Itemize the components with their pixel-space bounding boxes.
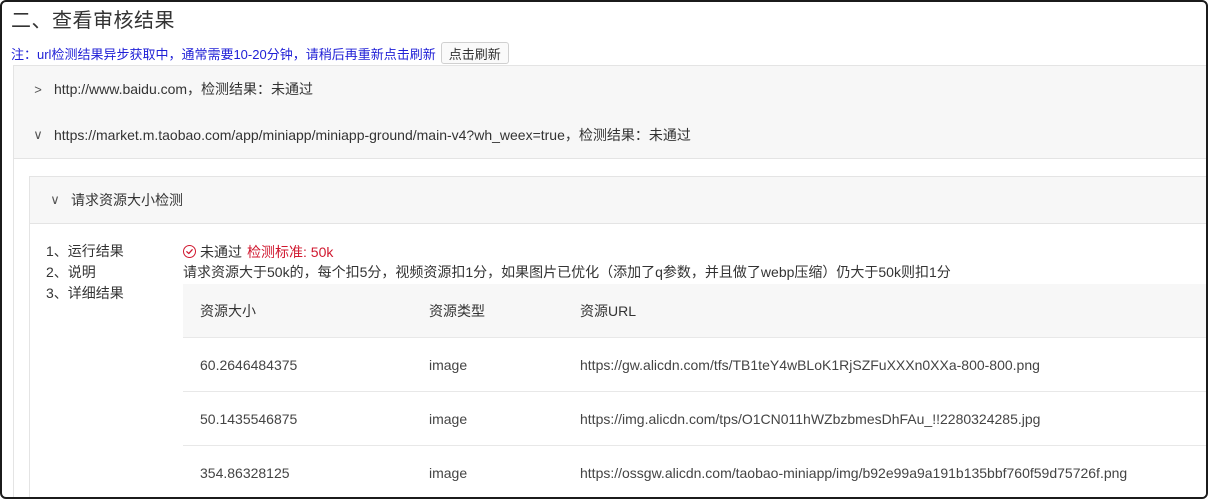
- url-results-panel: > http://www.baidu.com，检测结果：未通过 ∨ https:…: [13, 65, 1206, 497]
- table-row: 354.86328125 image https://ossgw.alicdn.…: [183, 446, 1206, 497]
- notice-bar: 注：url检测结果异步获取中，通常需要10-20分钟，请稍后再重新点击刷新 点击…: [11, 42, 509, 64]
- cell-size: 60.2646484375: [200, 356, 298, 373]
- result-criteria: 检测标准: 50k: [247, 243, 334, 260]
- run-result: 未通过 检测标准: 50k: [183, 241, 333, 262]
- section-title: 二、查看审核结果: [11, 10, 175, 32]
- chevron-down-icon: ∨: [50, 192, 60, 207]
- url-result-text: http://www.baidu.com，检测结果：未通过: [54, 81, 314, 97]
- result-status: 未通过: [200, 243, 242, 260]
- url-result-row[interactable]: > http://www.baidu.com，检测结果：未通过: [14, 66, 1206, 113]
- step-label: 1、运行结果: [46, 243, 124, 259]
- cell-type: image: [429, 410, 468, 427]
- column-header-type: 资源类型: [429, 302, 485, 319]
- step-label: 2、说明: [46, 264, 96, 280]
- check-description: 请求资源大于50k的，每个扣5分，视频资源扣1分，如果图片已优化（添加了q参数，…: [183, 264, 951, 280]
- cell-size: 50.1435546875: [200, 410, 298, 427]
- cell-url: https://img.alicdn.com/tps/O1CN011hWZbzb…: [580, 410, 1041, 427]
- url-result-text: https://market.m.taobao.com/app/miniapp/…: [54, 127, 691, 143]
- cell-type: image: [429, 356, 468, 373]
- cell-url: https://ossgw.alicdn.com/taobao-miniapp/…: [580, 464, 1128, 481]
- chevron-down-icon: ∨: [33, 127, 43, 142]
- table-row: 50.1435546875 image https://img.alicdn.c…: [183, 392, 1206, 446]
- check-header[interactable]: ∨ 请求资源大小检测: [30, 177, 1206, 224]
- column-header-url: 资源URL: [580, 302, 637, 319]
- refresh-button[interactable]: 点击刷新: [440, 42, 509, 64]
- column-header-size: 资源大小: [200, 302, 256, 319]
- cell-type: image: [429, 464, 468, 481]
- circle-check-icon: [183, 245, 196, 258]
- notice-text: 注：url检测结果异步获取中，通常需要10-20分钟，请稍后再重新点击刷新: [11, 46, 436, 62]
- chevron-right-icon: >: [34, 81, 42, 97]
- page-frame: 二、查看审核结果 注：url检测结果异步获取中，通常需要10-20分钟，请稍后再…: [0, 0, 1208, 499]
- step-labels: 1、运行结果 2、说明 3、详细结果: [46, 241, 124, 304]
- cell-url: https://gw.alicdn.com/tfs/TB1teY4wBLoK1R…: [580, 356, 1040, 373]
- resource-size-check-panel: ∨ 请求资源大小检测 1、运行结果 2、说明 3、详细结果 未通过 检测标准: …: [29, 176, 1206, 497]
- check-title: 请求资源大小检测: [71, 192, 183, 208]
- table-header: 资源大小 资源类型 资源URL: [183, 284, 1206, 338]
- table-row: 60.2646484375 image https://gw.alicdn.co…: [183, 338, 1206, 392]
- url-result-row[interactable]: ∨ https://market.m.taobao.com/app/miniap…: [14, 112, 1206, 159]
- step-label: 3、详细结果: [46, 285, 124, 301]
- cell-size: 354.86328125: [200, 464, 290, 481]
- resource-table: 资源大小 资源类型 资源URL 60.2646484375 image http…: [183, 284, 1206, 497]
